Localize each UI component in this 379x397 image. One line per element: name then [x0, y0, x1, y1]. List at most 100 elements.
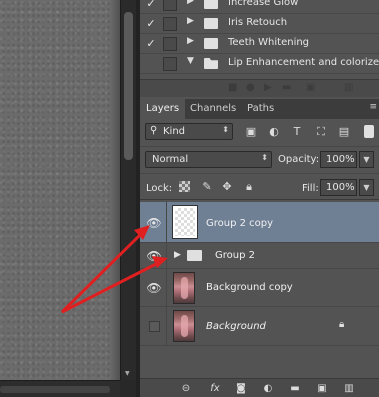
adjustment-icon[interactable]: ◐ [260, 382, 276, 395]
mask-icon[interactable]: ◙ [233, 382, 249, 395]
dialog-toggle-box[interactable] [163, 17, 177, 31]
tab-paths[interactable]: Paths [241, 99, 280, 119]
check-icon[interactable]: ✓ [144, 37, 158, 51]
fill-value: 100% [326, 182, 355, 193]
layer-name[interactable]: Background [206, 321, 266, 332]
expand-triangle-icon[interactable]: ▶ [187, 0, 194, 6]
opacity-label: Opacity: [278, 154, 320, 165]
layer-thumbnail [173, 272, 195, 304]
canvas-edge [110, 0, 120, 380]
shape-filter-icon[interactable]: ⛶ [314, 125, 328, 138]
fx-icon[interactable]: fx [207, 382, 223, 395]
link-icon[interactable]: ⊝ [178, 382, 194, 395]
play-icon[interactable]: ▶ [264, 82, 272, 93]
stop-icon[interactable]: ■ [228, 82, 237, 93]
stepper-icon: ⬍ [222, 125, 229, 134]
expand-triangle-icon[interactable]: ▶ [187, 36, 194, 46]
eye-icon[interactable]: 👁︎ [146, 216, 162, 230]
adjustment-filter-icon[interactable]: ◐ [267, 125, 281, 138]
blend-row: Normal ⬍ Opacity: 100% ▼ [140, 146, 379, 171]
dialog-toggle-box[interactable] [163, 0, 177, 11]
new-set-icon[interactable]: ▬ [282, 82, 291, 93]
opacity-input[interactable]: 100% [320, 151, 357, 168]
trash-icon[interactable]: ▥ [341, 382, 357, 395]
dialog-toggle-box[interactable] [163, 57, 177, 71]
layer-row[interactable]: Background 🔒︎ [140, 307, 379, 346]
layer-name[interactable]: Background copy [206, 282, 293, 293]
divider [166, 202, 167, 242]
action-label: Iris Retouch [228, 17, 288, 28]
divider [166, 243, 167, 268]
pixel-filter-icon[interactable]: ▣ [244, 125, 258, 138]
folder-icon [187, 250, 202, 261]
dialog-toggle-box[interactable] [163, 37, 177, 51]
horizontal-scrollbar-thumb[interactable] [0, 386, 110, 393]
action-row[interactable]: ▼ Lip Enhancement and colorize [140, 54, 379, 74]
layers-list: 👁︎ Group 2 copy 👁︎ ▶ Group 2 👁︎ Backgrou… [140, 202, 379, 378]
eye-icon[interactable]: 👁︎ [146, 249, 162, 263]
blend-mode-select[interactable]: Normal ⬍ [145, 151, 272, 168]
vertical-scrollbar[interactable]: ▼ [120, 0, 136, 380]
new-group-icon[interactable]: ▬ [287, 382, 303, 395]
search-icon: ⚲ [150, 125, 158, 136]
record-icon[interactable]: ● [246, 82, 255, 93]
document-canvas[interactable] [0, 0, 120, 380]
expand-triangle-icon[interactable]: ▶ [174, 250, 181, 260]
layer-thumbnail [172, 205, 198, 239]
blend-mode-value: Normal [152, 154, 189, 165]
visibility-toggle[interactable] [149, 321, 160, 332]
lock-row: Lock: ✎ ✥ 🔒︎ Fill: 100% ▼ [140, 173, 379, 200]
trash-icon[interactable]: ▥ [344, 82, 353, 93]
filter-kind-select[interactable]: ⚲ Kind ⬍ [145, 123, 233, 140]
scroll-down-icon[interactable]: ▼ [125, 370, 130, 377]
action-label: Increase Glow [228, 0, 299, 8]
new-action-icon[interactable]: ▣ [306, 82, 315, 93]
divider [166, 269, 167, 306]
new-layer-icon[interactable]: ▣ [314, 382, 330, 395]
action-row[interactable]: ✓ ▶ Teeth Whitening [140, 34, 379, 54]
opacity-dropdown-icon[interactable]: ▼ [359, 151, 374, 168]
action-row[interactable]: ✓ ▶ Iris Retouch [140, 14, 379, 34]
panel-tabs: Layers Channels Paths ≡ [140, 99, 379, 119]
layers-bottom-toolbar: ⊝ fx ◙ ◐ ▬ ▣ ▥ [140, 378, 379, 397]
opacity-value: 100% [326, 154, 355, 165]
open-folder-icon [204, 58, 218, 69]
tab-layers[interactable]: Layers [140, 99, 186, 119]
fill-dropdown-icon[interactable]: ▼ [359, 179, 374, 196]
action-label: Teeth Whitening [228, 37, 310, 48]
smart-object-filter-icon[interactable]: ▤ [337, 125, 351, 138]
scrollbar-thumb[interactable] [124, 12, 133, 160]
layer-name[interactable]: Group 2 [215, 250, 255, 261]
fill-input[interactable]: 100% [320, 179, 357, 196]
actions-toolbar: ■ ● ▶ ▬ ▣ ▥ [140, 79, 379, 97]
tab-channels[interactable]: Channels [184, 99, 242, 119]
lock-icon: 🔒︎ [339, 319, 345, 330]
check-icon[interactable]: ✓ [144, 17, 158, 31]
type-filter-icon[interactable]: T [290, 125, 304, 138]
layer-row[interactable]: 👁︎ ▶ Group 2 [140, 243, 379, 269]
layer-row[interactable]: 👁︎ Group 2 copy [140, 202, 379, 243]
divider [166, 307, 167, 345]
eye-icon[interactable]: 👁︎ [146, 281, 162, 295]
lock-transparency-icon[interactable] [178, 180, 192, 194]
fill-label: Fill: [302, 183, 319, 194]
check-icon[interactable] [144, 57, 158, 71]
filter-toggle[interactable] [364, 125, 374, 138]
stepper-icon: ⬍ [261, 153, 268, 162]
panel-menu-icon[interactable]: ≡ [369, 102, 377, 112]
lock-brush-icon[interactable]: ✎ [200, 180, 214, 194]
layer-thumbnail [173, 310, 195, 342]
layer-name[interactable]: Group 2 copy [206, 218, 273, 229]
actions-panel: ✓ ▶ Increase Glow ✓ ▶ Iris Retouch ✓ ▶ T… [140, 0, 379, 77]
action-row[interactable]: ✓ ▶ Increase Glow [140, 0, 379, 14]
expand-triangle-icon[interactable]: ▼ [187, 56, 194, 66]
folder-icon [204, 18, 218, 29]
horizontal-scrollbar[interactable] [0, 380, 120, 397]
lock-position-icon[interactable]: ✥ [220, 180, 234, 194]
check-icon[interactable]: ✓ [144, 0, 158, 11]
folder-icon [204, 0, 218, 9]
expand-triangle-icon[interactable]: ▶ [187, 16, 194, 26]
lock-all-icon[interactable]: 🔒︎ [242, 180, 256, 194]
layer-row[interactable]: 👁︎ Background copy [140, 269, 379, 307]
layer-filter-row: ⚲ Kind ⬍ ▣ ◐ T ⛶ ▤ [140, 119, 379, 144]
